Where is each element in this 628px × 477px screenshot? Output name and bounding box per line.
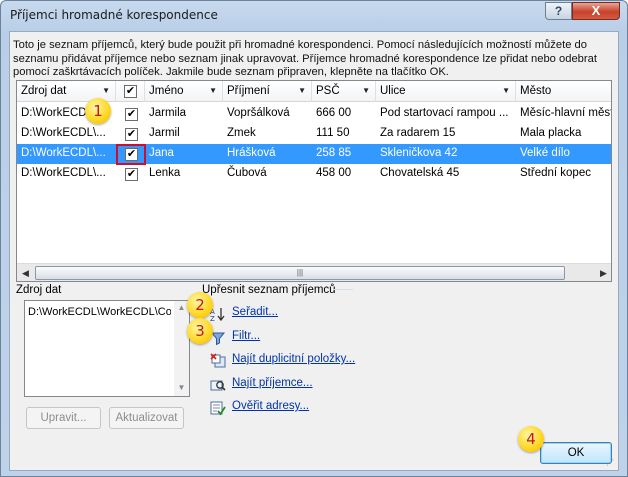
close-button[interactable]: X xyxy=(572,2,620,20)
group-divider xyxy=(333,289,353,290)
cell-ulice: Skleničkova 42 xyxy=(380,147,458,159)
step-badge-1: 1 xyxy=(85,98,111,124)
chevron-down-icon: ▼ xyxy=(209,86,217,95)
help-button[interactable]: ? xyxy=(545,2,572,20)
datasource-label: Zdroj dat xyxy=(16,284,62,296)
row-checkbox[interactable]: ✔ xyxy=(125,108,138,121)
row-checkbox[interactable]: ✔ xyxy=(125,168,138,181)
filter-link[interactable]: Filtr... xyxy=(210,329,330,347)
sort-link[interactable]: A Z Seřadit... xyxy=(210,305,330,323)
cell-source: D:\WorkECDL\... xyxy=(21,127,106,139)
cell-jmeno: Jana xyxy=(149,147,174,159)
validate-addresses-link[interactable]: Ověřit adresy... xyxy=(210,399,330,417)
ok-button[interactable]: OK xyxy=(540,442,612,464)
select-all-checkbox[interactable]: ✔ xyxy=(124,85,137,98)
title-bar: Příjemci hromadné korespondence ? X xyxy=(1,1,627,31)
step-badge-4: 4 xyxy=(518,426,544,452)
cell-jmeno: Lenka xyxy=(149,167,181,179)
svg-text:Z: Z xyxy=(210,315,215,322)
table-row[interactable]: D:\WorkECDL\... ✔ Jarmil Zmek 111 50 Za … xyxy=(17,124,611,144)
table-header: Zdroj dat ▼ ✔ Jméno ▼ Příjmení ▼ PSČ ▼ U… xyxy=(17,81,611,102)
find-recipient-icon xyxy=(210,380,226,391)
duplicates-icon xyxy=(210,353,226,368)
cell-ulice: Pod startovací rampou ... xyxy=(380,107,509,119)
vertical-scrollbar[interactable]: ▲ ▼ xyxy=(174,301,189,396)
column-header-mesto[interactable]: Město xyxy=(516,81,611,102)
edit-button[interactable]: Upravit... xyxy=(26,407,101,429)
column-header-psc[interactable]: PSČ ▼ xyxy=(312,81,376,102)
table-row[interactable]: D:\WorkECDL\... ✔ Lenka Čubová 458 00 Ch… xyxy=(17,164,611,184)
step-badge-2: 2 xyxy=(187,292,213,318)
chevron-down-icon: ▼ xyxy=(102,86,110,95)
cell-source: D:\WorkECDL\... xyxy=(21,167,106,179)
column-header-jmeno[interactable]: Jméno ▼ xyxy=(145,81,223,102)
find-duplicates-link[interactable]: Najít duplicitní položky... xyxy=(210,352,370,370)
cell-prijmeni: Zmek xyxy=(227,127,256,139)
intro-text: Toto je seznam příjemců, který bude použ… xyxy=(13,39,597,78)
refine-label: Upřesnit seznam příjemců xyxy=(202,284,336,296)
datasource-item[interactable]: D:\WorkECDL\WorkECDL\Cons xyxy=(28,306,171,318)
scroll-left-icon[interactable]: ◀ xyxy=(17,265,34,281)
cell-prijmeni: Vopršálková xyxy=(227,107,290,119)
step-badge-3: 3 xyxy=(187,318,213,344)
cell-source: D:\WorkECDL\... xyxy=(21,147,106,159)
find-recipient-link[interactable]: Najít příjemce... xyxy=(210,376,330,394)
resize-grip-icon[interactable]: ⋰ xyxy=(606,458,616,468)
cell-prijmeni: Čubová xyxy=(227,167,267,179)
table-row-selected[interactable]: D:\WorkECDL\... ✔ Jana Hrášková 258 85 S… xyxy=(17,144,611,164)
checkbox-highlight-frame xyxy=(116,144,146,165)
column-header-prijmeni[interactable]: Příjmení ▼ xyxy=(223,81,312,102)
validate-icon xyxy=(210,401,226,416)
cell-jmeno: Jarmila xyxy=(149,107,187,119)
cell-prijmeni: Hrášková xyxy=(227,147,276,159)
column-header-check[interactable]: ✔ xyxy=(116,81,145,102)
row-checkbox[interactable]: ✔ xyxy=(125,128,138,141)
chevron-down-icon: ▼ xyxy=(502,86,510,95)
horizontal-scrollbar[interactable]: ◀ ||| ▶ xyxy=(17,263,611,281)
cell-ulice: Za radarem 15 xyxy=(380,127,456,139)
cell-psc: 458 00 xyxy=(316,167,352,179)
dialog-body: Toto je seznam příjemců, který bude použ… xyxy=(9,31,619,471)
cell-mesto: Střední kopec xyxy=(520,167,591,179)
scrollbar-thumb[interactable]: ||| xyxy=(35,266,565,280)
chevron-down-icon: ▼ xyxy=(298,86,306,95)
chevron-down-icon: ▼ xyxy=(362,86,370,95)
cell-jmeno: Jarmil xyxy=(149,127,180,139)
cell-psc: 258 85 xyxy=(316,147,352,159)
column-header-ulice[interactable]: Ulice ▼ xyxy=(376,81,516,102)
scroll-down-icon[interactable]: ▼ xyxy=(174,381,189,395)
cell-mesto: Měsíc-hlavní měst xyxy=(520,107,612,119)
scroll-right-icon[interactable]: ▶ xyxy=(595,265,611,281)
datasource-list[interactable]: D:\WorkECDL\WorkECDL\Cons ▲ ▼ xyxy=(24,300,190,397)
cell-mesto: Mala placka xyxy=(520,127,582,139)
mail-merge-recipients-dialog: Příjemci hromadné korespondence ? X Toto… xyxy=(0,0,628,477)
window-title: Příjemci hromadné korespondence xyxy=(10,8,218,22)
cell-ulice: Chovatelská 45 xyxy=(380,167,460,179)
refresh-button[interactable]: Aktualizovat xyxy=(109,407,184,429)
cell-psc: 666 00 xyxy=(316,107,352,119)
cell-mesto: Velké dílo xyxy=(520,147,570,159)
cell-psc: 111 50 xyxy=(316,127,350,139)
